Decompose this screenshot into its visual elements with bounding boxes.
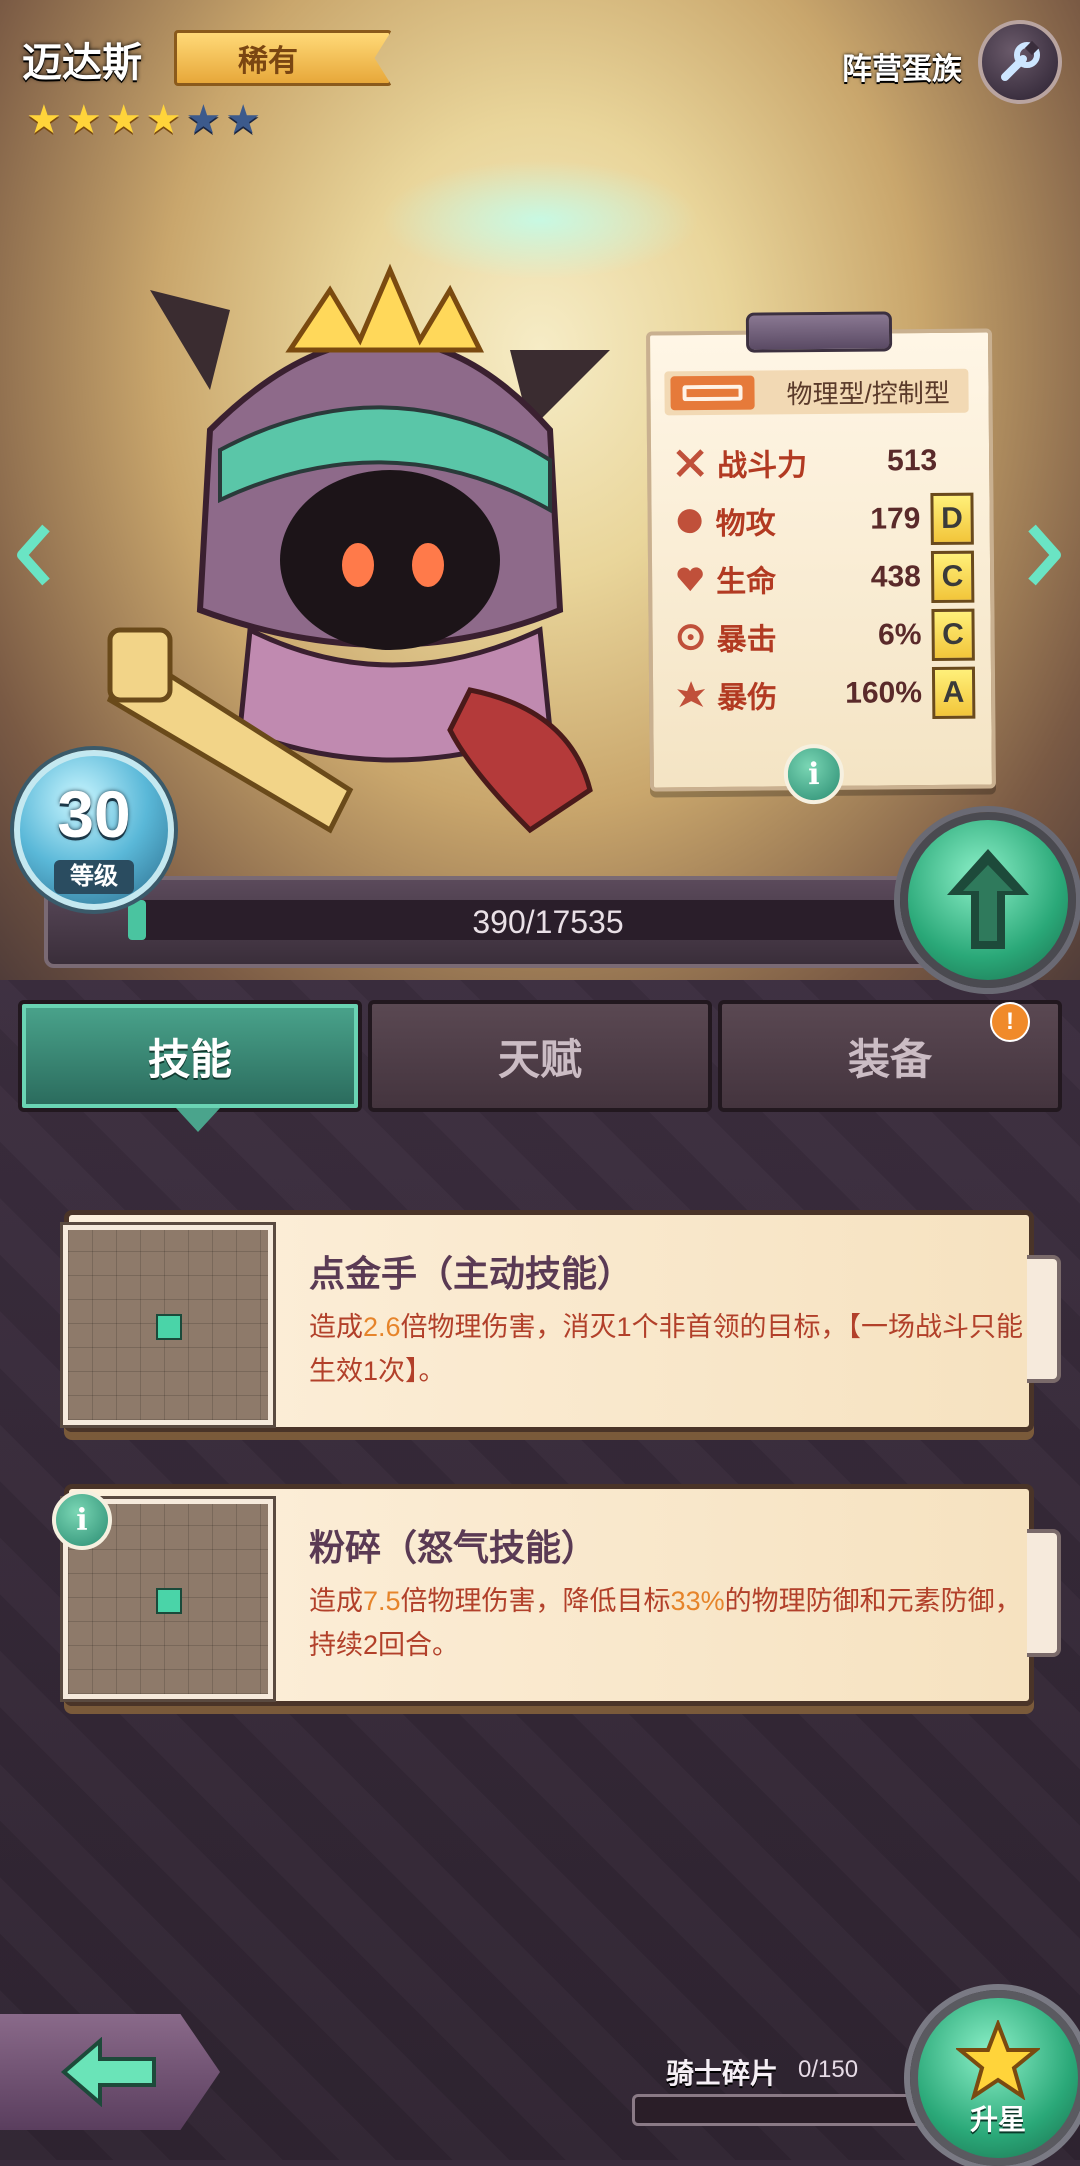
star-icon: ★ <box>26 98 62 142</box>
stat-value: 513 <box>886 443 938 478</box>
stat-grade-badge: D <box>930 492 974 546</box>
active-tab-pointer <box>176 1108 220 1132</box>
tab-skills[interactable]: 技能 <box>18 1000 362 1112</box>
wrench-icon <box>1001 40 1040 81</box>
previous-hero-arrow[interactable] <box>14 520 54 590</box>
star-icon: ★ <box>65 98 102 142</box>
level-number: 30 <box>57 777 131 851</box>
skill-icon <box>60 1222 276 1428</box>
star-icon: ★ <box>105 98 142 142</box>
stat-grade-badge: A <box>931 666 976 720</box>
stat-row: 暴伤 160% A <box>675 665 976 724</box>
stats-info-button[interactable]: i <box>783 743 845 805</box>
stat-value: 160% <box>845 676 923 710</box>
stat-grade-badge: C <box>930 550 975 604</box>
stat-value: 6% <box>877 618 922 652</box>
star-up-label: 升星 <box>969 2104 1026 2135</box>
type-icon <box>670 375 755 411</box>
star-icon: ★ <box>225 98 262 142</box>
skill-title: 点金手（主动技能） <box>309 1253 634 1294</box>
stat-name: 暴击 <box>716 623 777 657</box>
stat-name: 暴伤 <box>717 681 778 715</box>
hero-character-art <box>106 263 610 834</box>
settings-button[interactable] <box>978 20 1062 104</box>
hero-type-banner: 物理型/控制型 <box>664 368 969 416</box>
skill-description: 造成7.5倍物理伤害，降低目标33%的物理防御和元素防御，持续2回合。 <box>309 1586 1022 1660</box>
stat-value: 179 <box>870 502 921 536</box>
tab-bar: 技能 天赋 装备 <box>18 1000 1062 1112</box>
skill-card[interactable]: 点金手（主动技能） 造成2.6倍物理伤害，消灭1个非首领的目标，【一场战斗只能生… <box>60 1210 1061 1432</box>
stat-row: 战斗力 513 <box>673 433 973 492</box>
next-hero-arrow[interactable] <box>1024 520 1064 590</box>
arrow-up-icon <box>947 849 1029 949</box>
crossed-swords-icon <box>673 446 707 480</box>
skill-info-button[interactable]: i <box>52 1490 112 1550</box>
explosion-icon <box>675 678 707 712</box>
xp-bar: 390/17535 <box>44 876 962 968</box>
clipboard-clip <box>745 311 893 353</box>
fist-icon <box>674 504 706 538</box>
rarity-badge: 稀有 <box>174 30 392 86</box>
equipment-alert-badge: ! <box>990 1002 1030 1042</box>
stat-row: 生命 438 C <box>674 549 975 608</box>
stat-row: 物攻 179 D <box>673 491 974 550</box>
stat-row: 暴击 6% C <box>674 607 975 666</box>
stat-name: 战斗力 <box>717 449 808 483</box>
knight-shards-label: 骑士碎片 <box>666 2058 779 2089</box>
stat-name: 生命 <box>716 565 777 599</box>
star-icon: ★ <box>145 98 182 142</box>
knight-shards-bar <box>632 2094 938 2126</box>
skill-card[interactable]: 粉碎（怒气技能） 造成7.5倍物理伤害，降低目标33%的物理防御和元素防御，持续… <box>60 1484 1061 1706</box>
level-orb: 30 等级 <box>14 750 174 910</box>
skill-title: 粉碎（怒气技能） <box>309 1527 598 1568</box>
heart-icon <box>674 562 706 596</box>
skill-card-tab <box>1027 1529 1061 1657</box>
level-up-button[interactable] <box>900 812 1076 988</box>
xp-text: 390/17535 <box>472 904 624 940</box>
stat-value: 438 <box>870 560 922 594</box>
star-icon: ★ <box>185 98 222 142</box>
stats-card: 物理型/控制型 战斗力 513 物攻 179 D 生命 438 C 暴击 6% C 暴伤 160% A i <box>645 311 997 805</box>
faction-label: 阵营蛋族 <box>842 53 962 86</box>
hero-type-label: 物理型/控制型 <box>786 377 950 409</box>
back-button[interactable] <box>0 2014 220 2130</box>
star-icon <box>956 2020 1040 2100</box>
knight-shards-count: 0/150 <box>798 2056 859 2083</box>
arrow-left-icon <box>60 2037 156 2107</box>
stat-grade-badge: C <box>931 608 975 662</box>
rarity-label: 稀有 <box>238 45 298 78</box>
crit-icon <box>675 620 707 654</box>
stat-name: 物攻 <box>715 507 776 541</box>
skill-card-tab <box>1027 1255 1061 1383</box>
skill-description: 造成2.6倍物理伤害，消灭1个非首领的目标，【一场战斗只能生效1次】。 <box>309 1312 1024 1386</box>
hero-name: 迈达斯 <box>22 41 142 85</box>
star-rating: ★ ★ ★ ★ ★ ★ <box>26 100 261 140</box>
star-up-button[interactable]: 升星 <box>910 1990 1080 2166</box>
level-label: 等级 <box>54 860 134 894</box>
tab-talents[interactable]: 天赋 <box>368 1000 712 1112</box>
